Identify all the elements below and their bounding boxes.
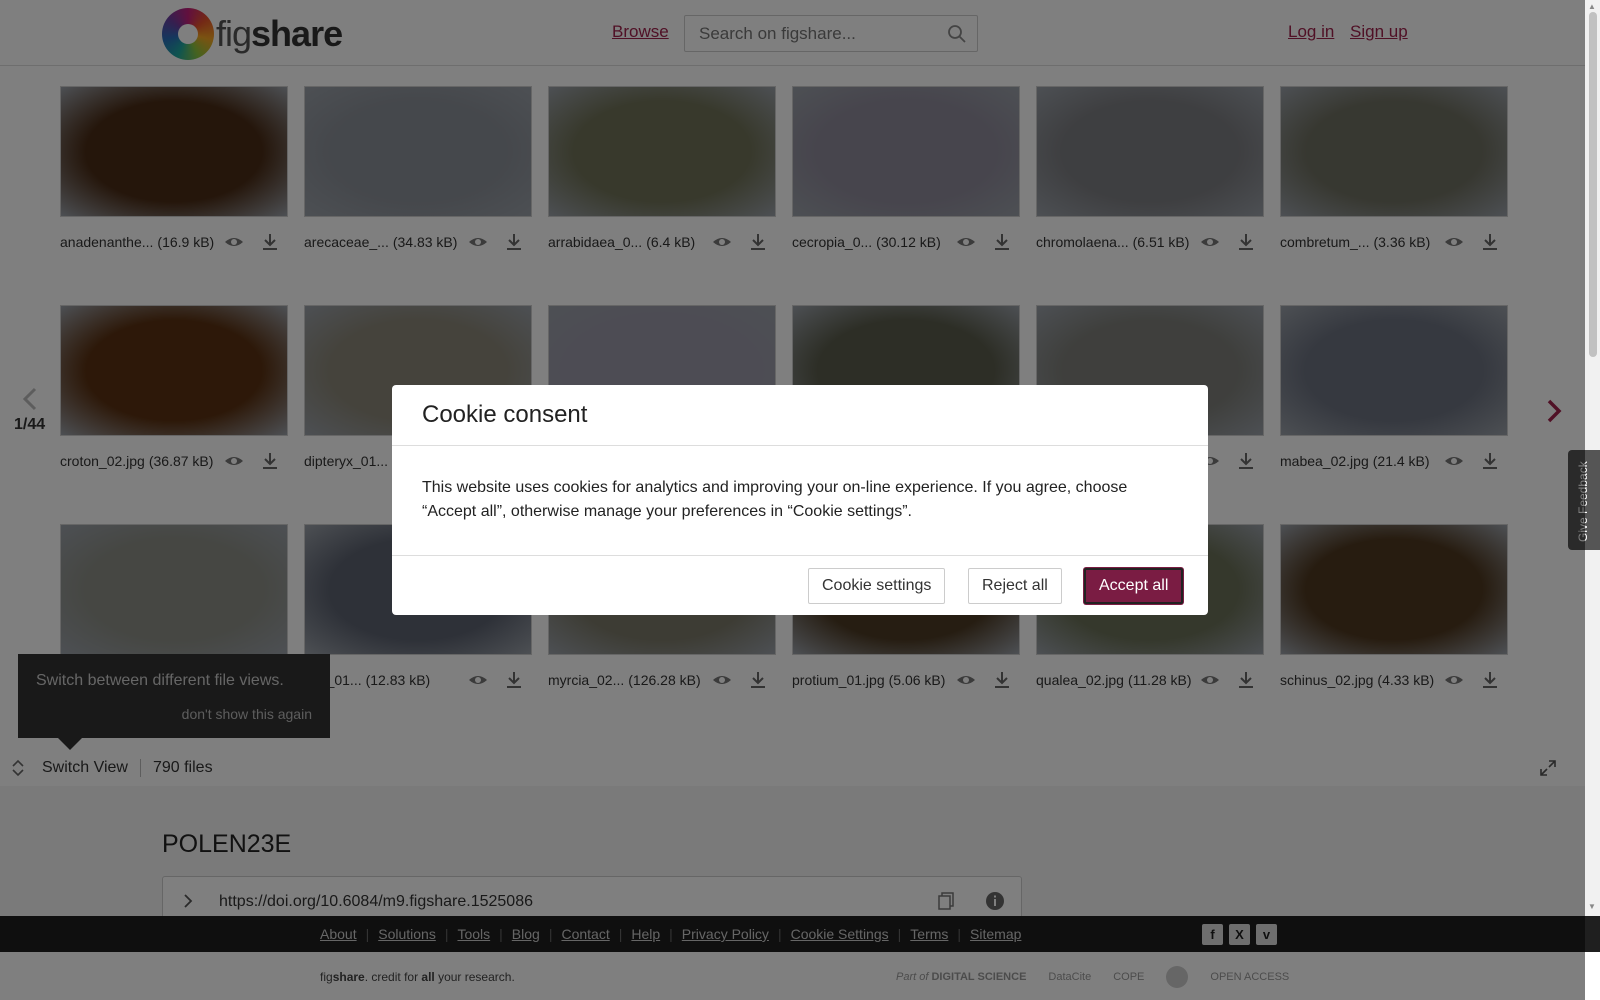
scroll-thumb[interactable] bbox=[1589, 12, 1597, 357]
dialog-body: This website uses cookies for analytics … bbox=[392, 446, 1208, 556]
dialog-header: Cookie consent bbox=[392, 385, 1208, 446]
scroll-up-icon[interactable]: ▲ bbox=[1588, 2, 1596, 11]
cookie-consent-dialog: Cookie consent This website uses cookies… bbox=[392, 385, 1208, 615]
cookie-settings-button[interactable]: Cookie settings bbox=[808, 568, 946, 604]
accept-all-button[interactable]: Accept all bbox=[1084, 568, 1184, 604]
reject-all-button[interactable]: Reject all bbox=[968, 568, 1062, 604]
dialog-title: Cookie consent bbox=[422, 401, 588, 428]
dialog-footer: Cookie settings Reject all Accept all bbox=[392, 556, 1208, 615]
scroll-down-icon[interactable]: ▼ bbox=[1588, 902, 1596, 911]
modal-backdrop: Cookie consent This website uses cookies… bbox=[0, 0, 1585, 1000]
